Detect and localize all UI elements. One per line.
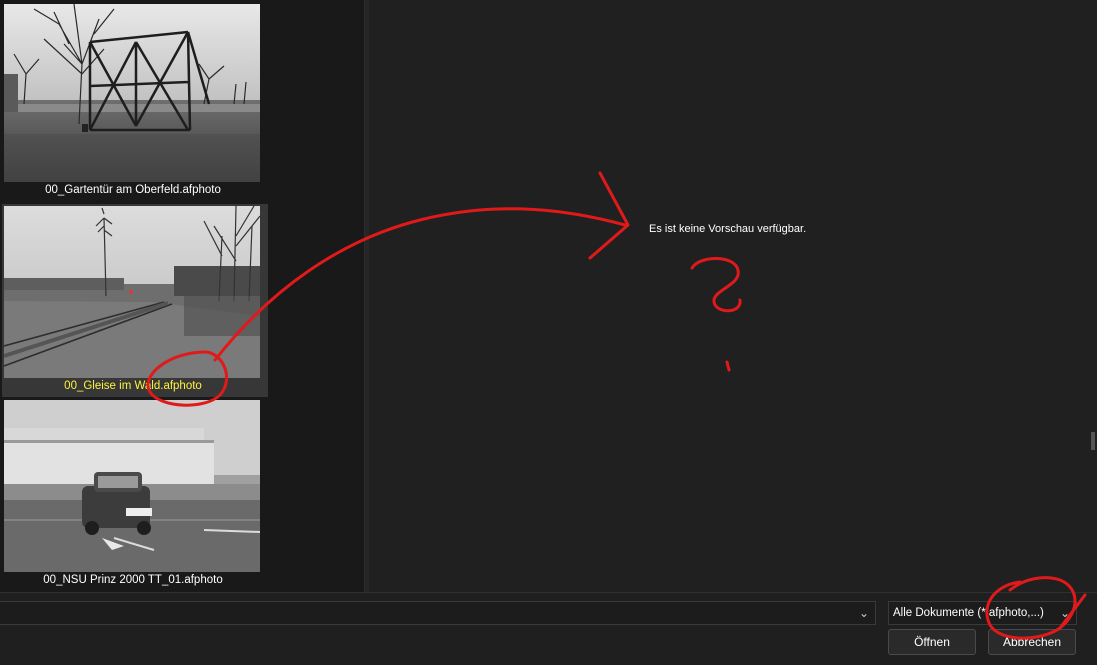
chevron-down-icon[interactable]: ⌄ xyxy=(1058,606,1072,620)
file-type-filter[interactable]: Alle Dokumente (*.afphoto,...) ⌄ xyxy=(888,601,1077,625)
file-list[interactable]: 00_Gartentür am Oberfeld.afphoto 00_Glei… xyxy=(0,0,364,592)
file-item-selected[interactable]: 00_Gleise im Wald.afphoto xyxy=(2,204,268,397)
chevron-down-icon[interactable]: ⌄ xyxy=(857,606,871,620)
file-item[interactable]: 00_Gartentür am Oberfeld.afphoto xyxy=(2,4,268,202)
thumbnail-nsu-car xyxy=(4,400,260,578)
no-preview-message: Es ist keine Vorschau verfügbar. xyxy=(649,223,807,235)
preview-pane: Es ist keine Vorschau verfügbar. xyxy=(369,0,1097,592)
file-item[interactable]: 00_NSU Prinz 2000 TT_01.afphoto xyxy=(2,400,268,592)
file-name: 00_NSU Prinz 2000 TT_01.afphoto xyxy=(43,574,223,586)
file-name: 00_Gartentür am Oberfeld.afphoto xyxy=(45,184,221,196)
open-button[interactable]: Öffnen xyxy=(888,629,976,655)
thumbnail-forest-tracks xyxy=(4,206,260,384)
thumbnail-garden-gate xyxy=(4,4,260,182)
file-type-value: Alle Dokumente (*.afphoto,...) xyxy=(893,607,1044,619)
dialog-footer: ⌄ Alle Dokumente (*.afphoto,...) ⌄ Öffne… xyxy=(0,592,1097,665)
file-name: 00_Gleise im Wald.afphoto xyxy=(64,380,202,392)
filename-combobox[interactable]: ⌄ xyxy=(0,601,876,625)
scrollbar-thumb[interactable] xyxy=(1091,432,1095,450)
cancel-button[interactable]: Abbrechen xyxy=(988,629,1076,655)
